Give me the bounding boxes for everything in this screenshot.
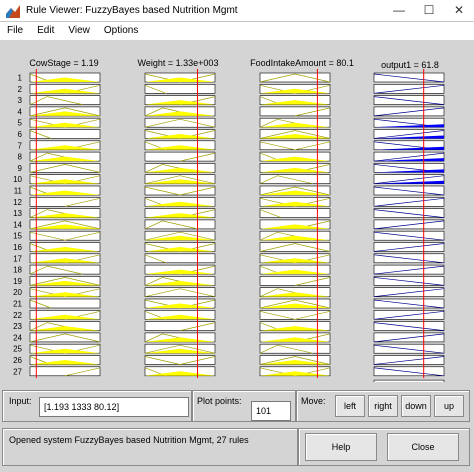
rule-number: 21 — [13, 300, 22, 309]
rule-number: 25 — [13, 345, 22, 354]
rule-number: 12 — [13, 198, 22, 207]
plot-points-field[interactable]: 101 — [251, 401, 291, 421]
var-label-output1: output1 = 61.8 — [381, 60, 439, 70]
rule-number: 20 — [13, 288, 22, 297]
rule-number: 8 — [18, 153, 23, 162]
move-label: Move: — [301, 396, 326, 406]
rule-cell — [29, 230, 101, 241]
menu-view[interactable]: View — [61, 22, 97, 40]
rule-cell — [29, 298, 101, 309]
menu-file[interactable]: File — [0, 22, 30, 40]
move-down-button[interactable]: down — [401, 395, 431, 417]
rule-cell — [144, 253, 216, 264]
help-button[interactable]: Help — [305, 433, 377, 461]
var-label-weight: Weight = 1.33e+003 — [137, 58, 219, 68]
status-panel: Opened system FuzzyBayes based Nutrition… — [2, 428, 298, 466]
rule-number: 4 — [18, 107, 23, 116]
rule-plots: 1234567891011121314151617181920212223242… — [13, 69, 445, 389]
menu-options[interactable]: Options — [97, 22, 145, 40]
rule-number: 11 — [14, 187, 23, 196]
rule-plot-area: 1 2 3 4 5 6 7 8 9 10 11 12 13 14 15 16 17 18 19 20 21 22 23 24 2… — [0, 40, 474, 389]
input-field[interactable]: [1.193 1333 80.12] — [39, 397, 189, 417]
maximize-icon[interactable]: ☐ — [414, 0, 444, 21]
status-text: Opened system FuzzyBayes based Nutrition… — [9, 435, 249, 445]
action-panel: Help Close — [298, 428, 470, 466]
menu-bar: File Edit View Options — [0, 22, 474, 40]
var-label-cowstage: CowStage = 1.19 — [29, 58, 99, 68]
rule-number: 24 — [13, 333, 22, 342]
rule-number: 15 — [13, 232, 22, 241]
rule-number: 22 — [13, 311, 22, 320]
rule-number: 9 — [18, 164, 23, 173]
rule-cell — [259, 309, 331, 320]
rule-number: 6 — [18, 130, 23, 139]
rule-cell — [29, 197, 101, 207]
rule-cell — [259, 276, 331, 286]
move-panel: Move: left right down up — [296, 390, 470, 422]
minimize-icon[interactable]: — — [384, 0, 414, 21]
window-title: Rule Viewer: FuzzyBayes based Nutrition … — [26, 5, 238, 16]
rule-number: 5 — [18, 119, 23, 128]
matlab-icon — [6, 5, 20, 18]
close-button[interactable]: Close — [387, 433, 459, 461]
rule-number: 3 — [18, 96, 23, 105]
rule-cell — [29, 129, 101, 139]
rule-cell — [259, 208, 331, 218]
rule-cell — [144, 321, 216, 331]
rule-number: 16 — [13, 243, 22, 252]
rule-number: 13 — [13, 209, 22, 218]
plot-points-label: Plot points: — [197, 396, 242, 406]
var-label-foodintake: FoodIntakeAmount = 80.1 — [250, 58, 354, 68]
close-icon[interactable]: ✕ — [444, 0, 474, 21]
input-panel: Input: [1.193 1333 80.12] — [2, 390, 192, 422]
rule-number: 1 — [18, 74, 23, 83]
rule-number: 14 — [13, 220, 22, 229]
input-label: Input: — [9, 396, 32, 406]
title-bar: Rule Viewer: FuzzyBayes based Nutrition … — [0, 0, 474, 22]
rule-cell — [259, 106, 331, 117]
rule-cell — [144, 185, 216, 196]
rule-cell — [144, 83, 216, 94]
rule-cell — [144, 151, 216, 162]
move-up-button[interactable]: up — [434, 395, 464, 417]
rule-number: 2 — [18, 85, 23, 94]
menu-edit[interactable]: Edit — [30, 22, 61, 40]
move-left-button[interactable]: left — [335, 395, 365, 417]
rule-number: 7 — [18, 141, 23, 150]
rule-number: 17 — [13, 254, 22, 263]
rule-number: 26 — [13, 356, 22, 365]
move-right-button[interactable]: right — [368, 395, 398, 417]
rule-number: 23 — [13, 322, 22, 331]
rule-number: 19 — [13, 277, 22, 286]
plot-points-panel: Plot points: 101 — [192, 390, 296, 422]
rule-cell — [29, 366, 101, 377]
rule-number: 18 — [13, 266, 22, 275]
rule-number: 27 — [13, 367, 22, 376]
rule-cell — [259, 140, 331, 151]
rule-number: 10 — [13, 175, 22, 184]
control-area: Input: [1.193 1333 80.12] Plot points: 1… — [0, 382, 474, 472]
rule-cell — [144, 355, 216, 365]
